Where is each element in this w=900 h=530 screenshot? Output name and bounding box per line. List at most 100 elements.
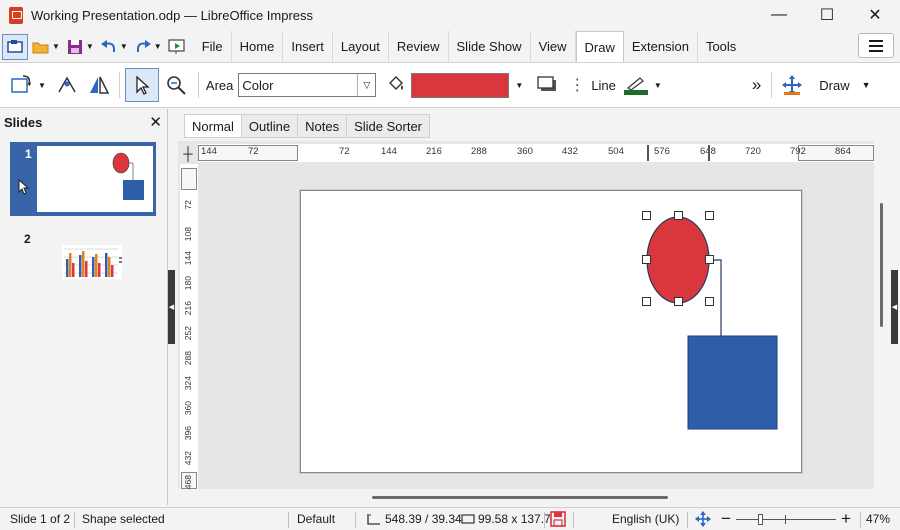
more-options-icon[interactable]: » bbox=[752, 75, 761, 95]
chevron-down-icon[interactable]: ▽ bbox=[357, 74, 375, 96]
horizontal-scrollbar[interactable] bbox=[372, 496, 668, 499]
flip-icon[interactable] bbox=[84, 68, 114, 102]
collapse-slides-panel-icon[interactable]: ◀ bbox=[168, 270, 175, 344]
area-color-dropdown-icon[interactable]: ▼ bbox=[515, 81, 523, 90]
ruler-v-label: 216 bbox=[183, 301, 193, 316]
blue-rectangle-shape bbox=[687, 335, 778, 430]
vertical-scrollbar[interactable] bbox=[880, 203, 883, 327]
mouse-cursor-icon bbox=[18, 179, 30, 195]
area-label: Area bbox=[205, 77, 234, 93]
area-fill-style-value: Color bbox=[242, 77, 274, 93]
selection-handle[interactable] bbox=[674, 297, 683, 306]
select-pointer-icon[interactable] bbox=[124, 68, 159, 102]
start-slideshow-icon[interactable] bbox=[164, 34, 190, 60]
selection-handle[interactable] bbox=[705, 297, 714, 306]
save-icon[interactable] bbox=[62, 34, 88, 60]
slide-canvas[interactable] bbox=[300, 190, 802, 473]
hamburger-menu-icon[interactable] bbox=[858, 33, 894, 58]
ruler-h-label: 360 bbox=[517, 146, 533, 157]
selection-handle[interactable] bbox=[705, 211, 714, 220]
ruler-v-label: 144 bbox=[183, 251, 193, 266]
master-slide-status[interactable]: Default bbox=[297, 512, 335, 526]
ruler-v-label: 360 bbox=[183, 401, 193, 416]
ruler-h-label: 72 bbox=[248, 146, 259, 157]
slide-thumbnail-2[interactable] bbox=[62, 245, 126, 281]
zoom-in-button[interactable]: + bbox=[841, 509, 851, 529]
fit-slide-icon[interactable] bbox=[695, 511, 711, 527]
line-color-dropdown-icon[interactable]: ▼ bbox=[654, 81, 662, 90]
ruler-h-label: 792 bbox=[790, 146, 806, 157]
zoom-out-button[interactable]: − bbox=[721, 509, 731, 529]
transformations-dropdown-icon[interactable]: ▼ bbox=[38, 81, 46, 90]
vertical-ruler[interactable]: 72 108 144 180 216 252 288 324 360 396 4… bbox=[180, 164, 198, 489]
tab-normal[interactable]: Normal bbox=[184, 114, 242, 138]
status-separator bbox=[74, 512, 75, 528]
status-separator bbox=[355, 512, 356, 528]
zoom-slider-thumb[interactable] bbox=[758, 514, 763, 525]
shadow-icon[interactable] bbox=[535, 68, 561, 102]
status-separator bbox=[288, 512, 289, 528]
view-tabs: Normal Outline Notes Slide Sorter bbox=[184, 114, 430, 138]
open-folder-icon[interactable] bbox=[28, 34, 54, 60]
tab-insert[interactable]: Insert bbox=[283, 31, 333, 62]
maximize-button[interactable]: ☐ bbox=[804, 0, 850, 30]
selection-handle[interactable] bbox=[705, 255, 714, 264]
collapse-sidebar-icon[interactable]: ◀ bbox=[891, 270, 898, 344]
tab-slide-show[interactable]: Slide Show bbox=[449, 31, 531, 62]
ruler-indent-marker[interactable] bbox=[647, 145, 649, 161]
tab-notes[interactable]: Notes bbox=[298, 114, 348, 138]
toolbar-overflow-dots-icon: ⋮ bbox=[569, 77, 586, 94]
line-color-swatch bbox=[623, 89, 648, 95]
tab-draw[interactable]: Draw bbox=[575, 31, 624, 62]
area-fill-style-select[interactable]: Color ▽ bbox=[238, 73, 377, 97]
tab-review[interactable]: Review bbox=[389, 31, 449, 62]
ruler-v-label: 396 bbox=[183, 426, 193, 441]
tab-outline[interactable]: Outline bbox=[241, 114, 299, 138]
draw-dropdown-chevron-icon[interactable]: ▼ bbox=[862, 80, 871, 90]
ruler-v-label: 72 bbox=[183, 200, 193, 210]
slides-panel-close-icon[interactable]: ✕ bbox=[149, 113, 162, 131]
undo-icon[interactable] bbox=[96, 34, 122, 60]
toolbar-separator bbox=[771, 72, 773, 98]
ruler-indent-marker[interactable] bbox=[708, 145, 710, 161]
ruler-h-label: 216 bbox=[426, 146, 442, 157]
line-label: Line bbox=[591, 77, 616, 93]
ruler-h-label: 144 bbox=[201, 146, 217, 157]
selection-handle[interactable] bbox=[642, 211, 651, 220]
redo-icon[interactable] bbox=[130, 34, 156, 60]
slides-panel-title: Slides bbox=[4, 114, 43, 130]
ruler-h-label: 144 bbox=[381, 146, 397, 157]
paint-bucket-icon[interactable] bbox=[381, 68, 411, 102]
slide-shapes bbox=[646, 216, 778, 430]
size-status: 99.58 x 137.7 bbox=[478, 512, 551, 526]
close-button[interactable]: ✕ bbox=[852, 0, 898, 30]
selection-handle[interactable] bbox=[674, 211, 683, 220]
ruler-origin-icon[interactable]: ┼ bbox=[180, 144, 196, 162]
tab-slide-sorter[interactable]: Slide Sorter bbox=[347, 114, 430, 138]
selection-handle[interactable] bbox=[642, 255, 651, 264]
draw-dropdown-button[interactable]: Draw bbox=[819, 78, 849, 93]
move-handles-icon[interactable] bbox=[777, 68, 807, 102]
zoom-slider-track[interactable] bbox=[736, 519, 836, 520]
horizontal-ruler[interactable]: 144 72 72 144 216 288 360 432 504 576 64… bbox=[198, 144, 874, 162]
zoom-pan-icon[interactable] bbox=[159, 68, 193, 102]
points-icon[interactable] bbox=[50, 68, 84, 102]
tab-extension[interactable]: Extension bbox=[624, 31, 698, 62]
ruler-h-label: 720 bbox=[745, 146, 761, 157]
area-color-swatch[interactable] bbox=[411, 72, 510, 98]
tab-home[interactable]: Home bbox=[232, 31, 284, 62]
line-color-icon[interactable] bbox=[622, 68, 650, 102]
status-separator bbox=[860, 512, 861, 528]
zoom-percentage[interactable]: 47% bbox=[866, 512, 890, 526]
tab-file[interactable]: File bbox=[194, 31, 232, 62]
tab-view[interactable]: View bbox=[531, 31, 576, 62]
new-slide-icon[interactable] bbox=[2, 33, 28, 60]
language-status[interactable]: English (UK) bbox=[612, 512, 679, 526]
transformations-icon[interactable] bbox=[4, 68, 38, 102]
selection-handle[interactable] bbox=[642, 297, 651, 306]
document-modified-save-icon[interactable] bbox=[550, 511, 566, 527]
ruler-v-label: 432 bbox=[183, 451, 193, 466]
tab-tools[interactable]: Tools bbox=[698, 31, 744, 62]
tab-layout[interactable]: Layout bbox=[333, 31, 389, 62]
minimize-button[interactable]: — bbox=[756, 0, 802, 30]
